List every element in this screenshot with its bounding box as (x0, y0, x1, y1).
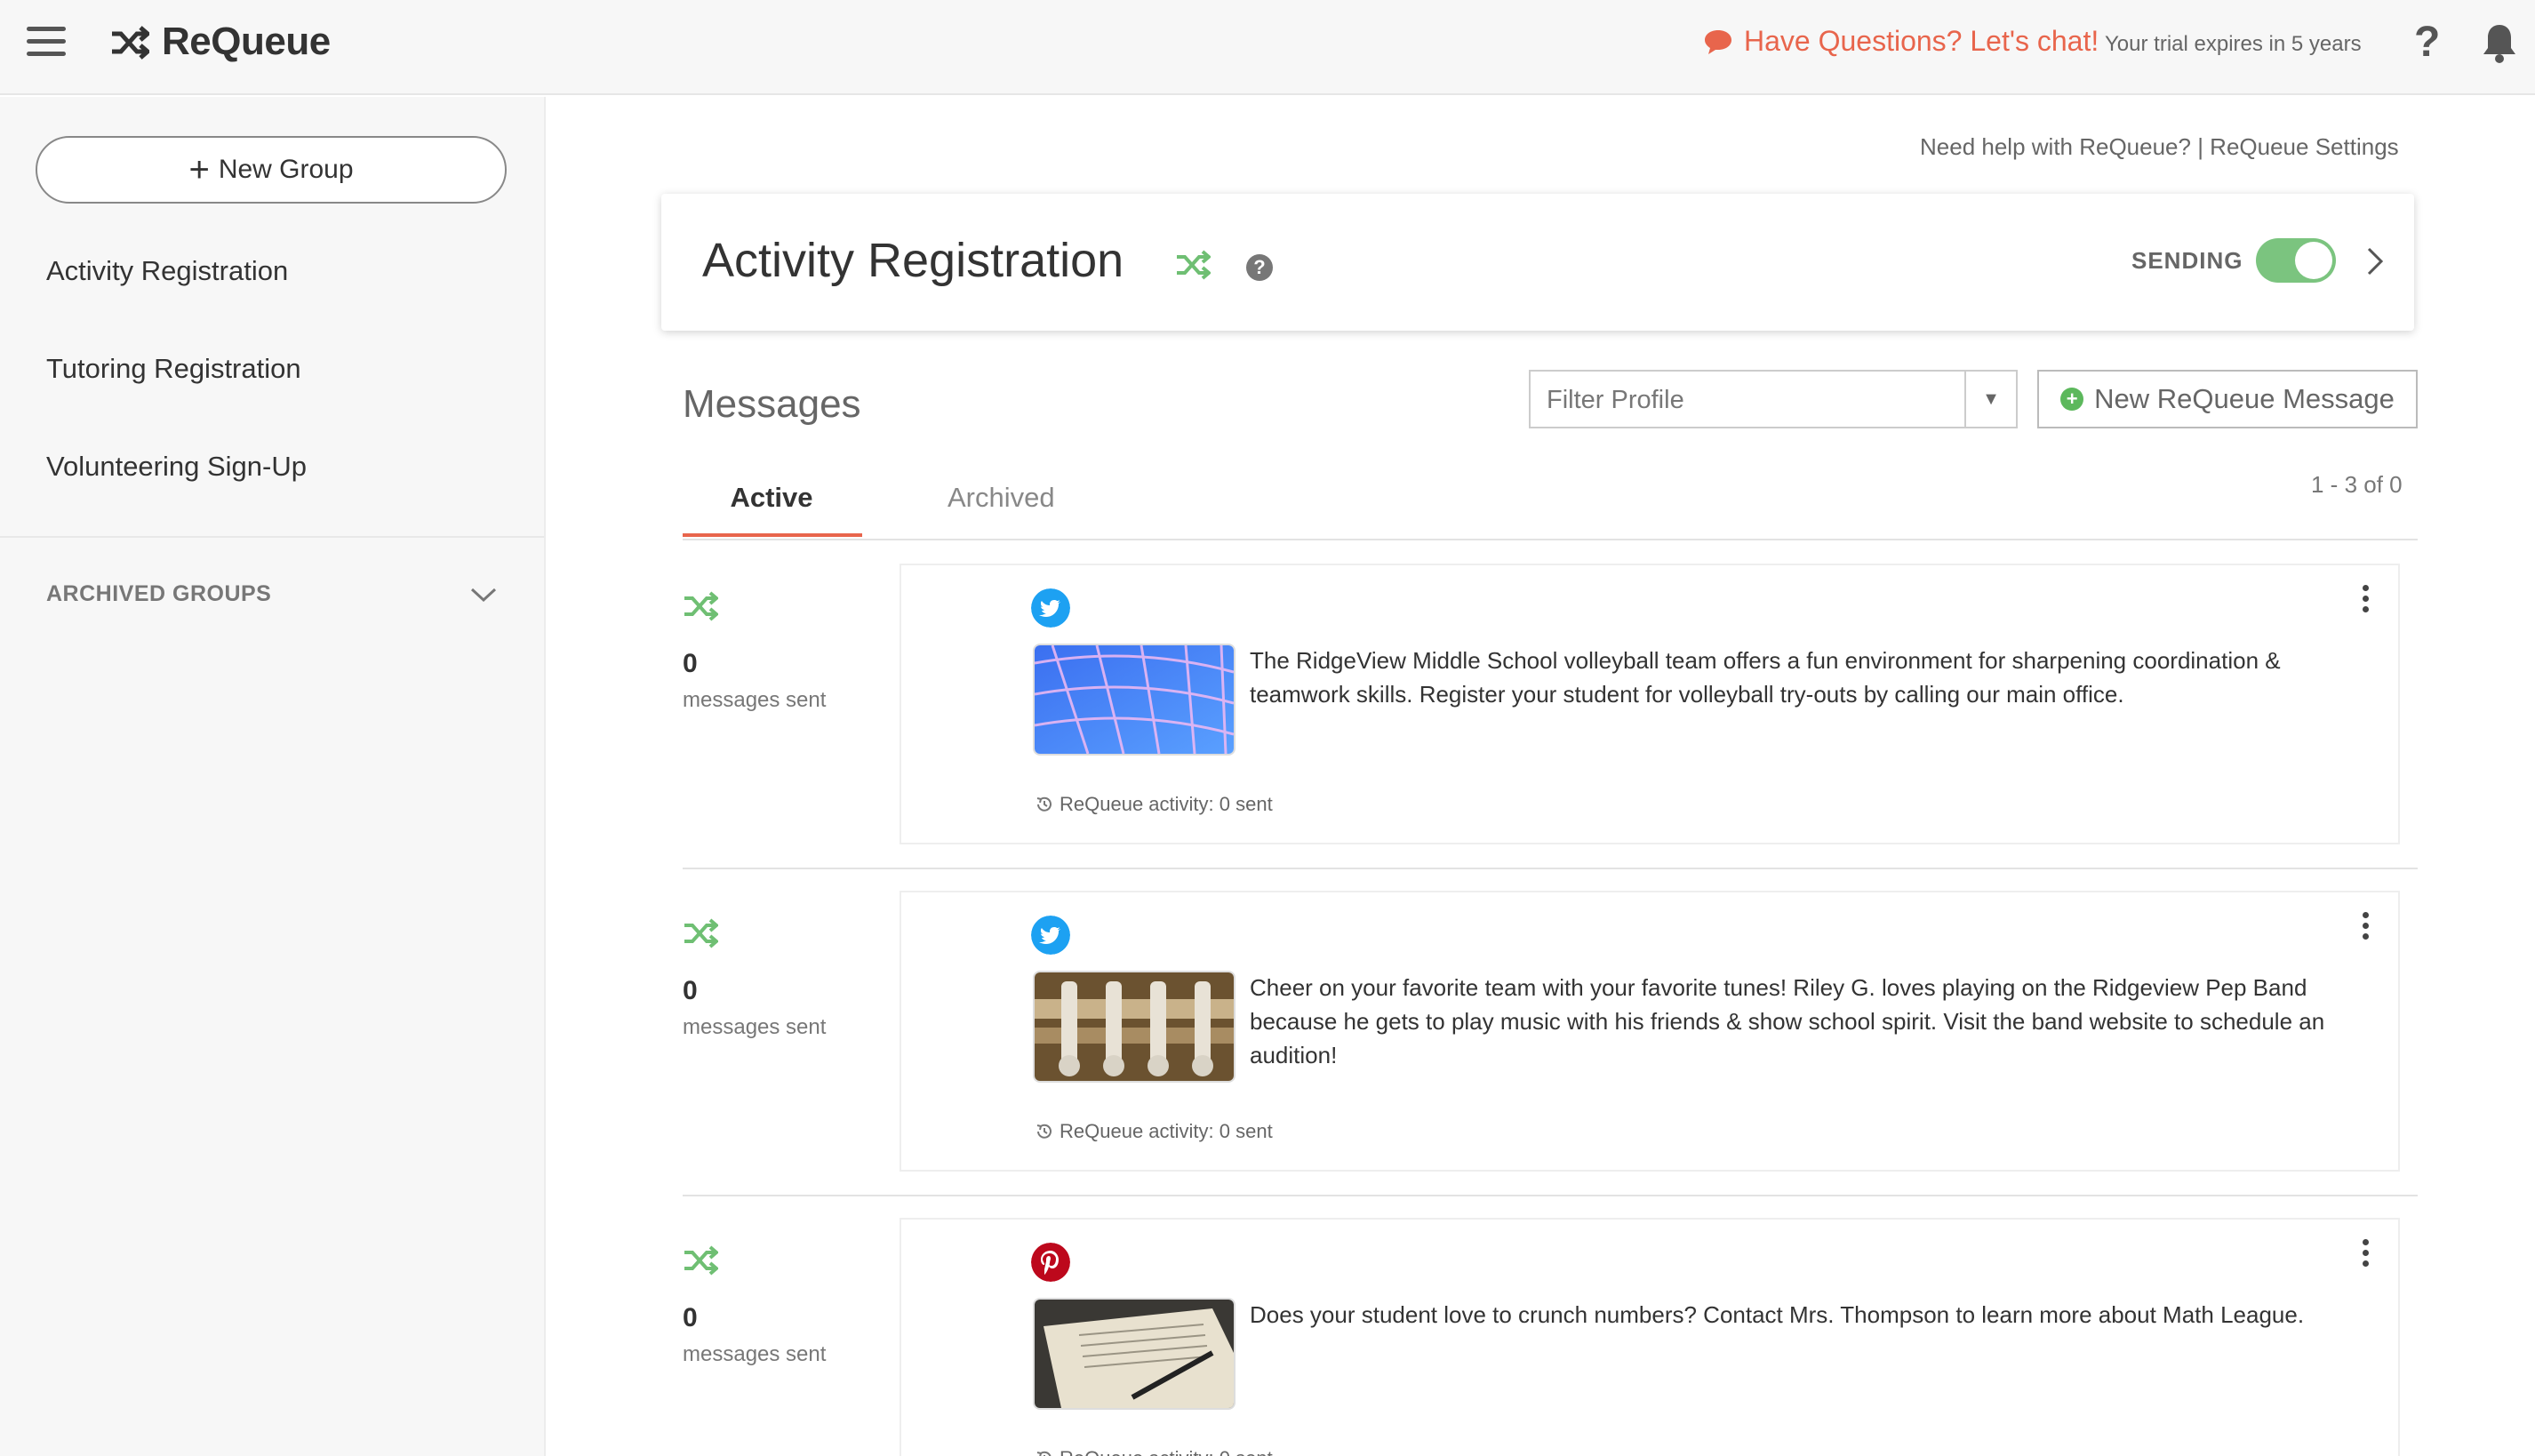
twitter-icon (1031, 588, 1070, 628)
messages-sent-label: messages sent (683, 688, 827, 712)
messages-sent-count: 0 (683, 976, 698, 1005)
message-text: The RidgeView Middle School volleyball t… (1250, 647, 2281, 708)
row-divider (683, 868, 2418, 869)
active-tab-indicator (683, 533, 862, 537)
new-group-button[interactable]: + New Group (36, 136, 507, 204)
chevron-down-icon[interactable] (469, 584, 498, 605)
trial-status: Your trial expires in 5 years (2105, 32, 2362, 56)
tab-active[interactable]: Active (683, 482, 860, 514)
sidebar-item-volunteering-sign-up[interactable]: Volunteering Sign-Up (46, 451, 307, 483)
chat-label[interactable]: Have Questions? Let's chat! (1744, 25, 2099, 58)
plus-circle-icon: + (2060, 388, 2084, 411)
bell-icon[interactable] (2480, 21, 2519, 64)
group-title: Activity Registration (702, 234, 1124, 287)
help-links[interactable]: Need help with ReQueue? | ReQueue Settin… (1920, 133, 2399, 161)
app-name[interactable]: ReQueue (162, 20, 331, 64)
group-header-card: Activity Registration ? SENDING (661, 194, 2414, 331)
message-row: 0 messages sent Does your student love t… (683, 1218, 2418, 1456)
caret-down-icon[interactable]: ▼ (1964, 372, 2016, 427)
messages-sent-label: messages sent (683, 1342, 827, 1366)
tab-archived[interactable]: Archived (948, 482, 1055, 514)
filter-profile-placeholder: Filter Profile (1547, 386, 1684, 414)
messages-sent-count: 0 (683, 1303, 698, 1332)
shuffle-icon (684, 918, 718, 948)
top-bar: ReQueue Have Questions? Let's chat! Your… (0, 0, 2535, 95)
history-icon (1036, 796, 1052, 812)
help-icon[interactable]: ? (2414, 18, 2440, 67)
more-options-icon[interactable] (2363, 912, 2371, 942)
toggle-knob (2295, 242, 2332, 279)
history-icon (1036, 1451, 1052, 1456)
chat-bubble-icon (1705, 29, 1731, 54)
row-divider (683, 1195, 2418, 1196)
volleyball-net-image (1035, 645, 1234, 754)
notebook-pen-image (1035, 1300, 1234, 1408)
pagination-info: 1 - 3 of 0 (2311, 471, 2403, 498)
sidebar-item-activity-registration[interactable]: Activity Registration (46, 255, 288, 287)
history-icon (1036, 1124, 1052, 1139)
sidebar: + New Group Activity Registration Tutori… (0, 97, 546, 1456)
message-card[interactable]: The RidgeView Middle School volleyball t… (900, 564, 2400, 844)
archived-groups-toggle[interactable]: ARCHIVED GROUPS (46, 581, 271, 607)
more-options-icon[interactable] (2363, 585, 2371, 615)
sidebar-item-tutoring-registration[interactable]: Tutoring Registration (46, 353, 301, 385)
requeue-activity-text: ReQueue activity: 0 sent (1060, 793, 1273, 815)
messages-title: Messages (683, 382, 861, 426)
chat-link[interactable]: Have Questions? Let's chat! (1703, 25, 2099, 58)
menu-icon[interactable] (27, 27, 66, 59)
message-card[interactable]: Does your student love to crunch numbers… (900, 1218, 2400, 1456)
sending-toggle[interactable] (2256, 238, 2336, 283)
sidebar-divider (0, 536, 544, 538)
message-text: Does your student love to crunch numbers… (1250, 1301, 2305, 1328)
plus-icon: + (188, 150, 210, 189)
group-help-icon[interactable]: ? (1246, 254, 1273, 281)
messages-sent-count: 0 (683, 649, 698, 678)
requeue-activity-text: ReQueue activity: 0 sent (1060, 1120, 1273, 1142)
pinterest-icon (1031, 1243, 1070, 1282)
requeue-activity: ReQueue activity: 0 sent (1035, 793, 1273, 816)
message-row: 0 messages sent Cheer on your favorite t… (683, 891, 2418, 1196)
shuffle-icon (1177, 250, 1211, 280)
message-row: 0 messages sent The RidgeView Middle Sch… (683, 564, 2418, 869)
requeue-activity: ReQueue activity: 0 sent (1035, 1120, 1273, 1143)
shuffle-icon (684, 591, 718, 621)
sending-label: SENDING (2131, 247, 2243, 274)
twitter-icon (1031, 916, 1070, 955)
new-group-label: New Group (218, 155, 354, 184)
more-options-icon[interactable] (2363, 1239, 2371, 1269)
new-requeue-message-label: New ReQueue Message (2094, 383, 2395, 414)
new-requeue-message-button[interactable]: + New ReQueue Message (2037, 370, 2418, 428)
requeue-activity-text: ReQueue activity: 0 sent (1060, 1447, 1273, 1456)
shuffle-icon (684, 1245, 718, 1276)
chevron-right-icon[interactable] (2364, 245, 2386, 277)
message-text: Cheer on your favorite team with your fa… (1250, 974, 2325, 1068)
brass-instrument-image (1035, 972, 1234, 1081)
messages-sent-label: messages sent (683, 1015, 827, 1039)
filter-profile-select[interactable]: Filter Profile ▼ (1529, 370, 2018, 428)
message-card[interactable]: Cheer on your favorite team with your fa… (900, 891, 2400, 1172)
shuffle-logo-icon (112, 26, 149, 60)
requeue-activity: ReQueue activity: 0 sent (1035, 1447, 1273, 1456)
tabs-divider (683, 539, 2418, 540)
